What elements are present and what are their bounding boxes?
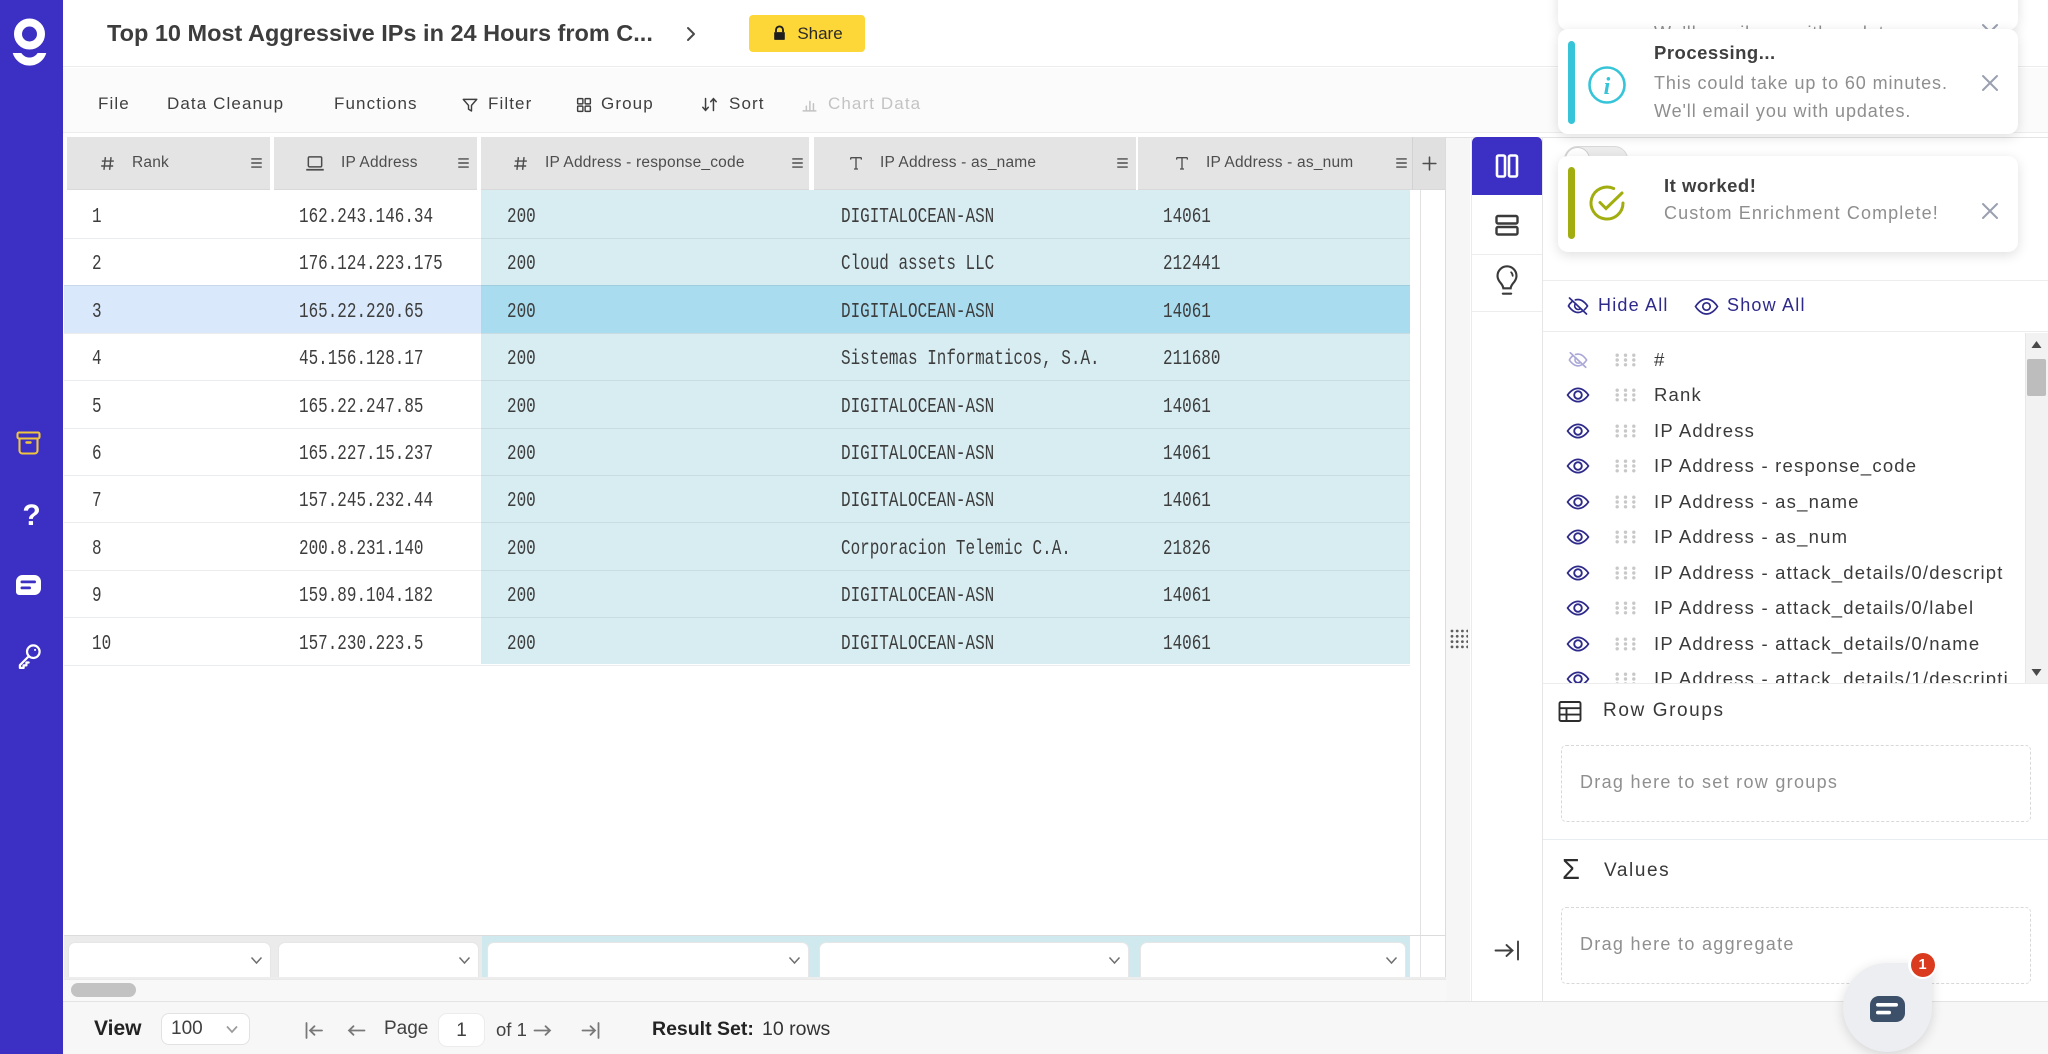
svg-text:i: i [1604,74,1611,100]
